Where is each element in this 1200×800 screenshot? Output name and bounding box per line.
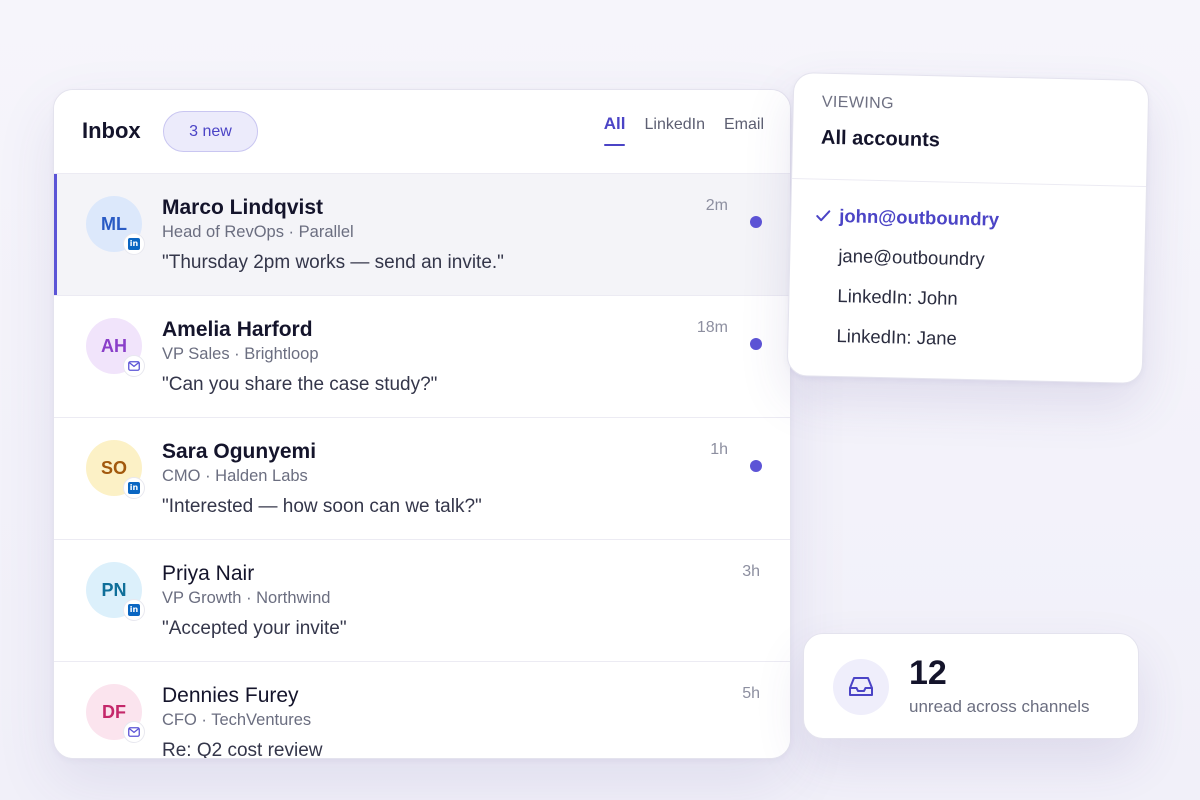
unread-caption: unread across channels [909,697,1090,716]
tab-all[interactable]: All [603,114,625,146]
tab-linkedin[interactable]: LinkedIn [644,116,705,148]
channel-tabs: All LinkedIn Email [585,114,764,148]
avatar: AH [86,318,145,377]
inbox-title: Inbox [82,118,141,143]
account-option-label: LinkedIn: John [837,285,958,309]
new-count-badge: 3 new [163,111,258,152]
avatar-initials: DF [102,701,126,722]
linkedin-icon: in [128,604,140,616]
inbox-card: Inbox 3 new All LinkedIn Email ML in Mar… [53,89,791,759]
avatar-initials: PN [101,579,127,600]
unread-dot [750,338,762,350]
conversation-row[interactable]: SO in Sara Ogunyemi CMO · Halden Labs "I… [54,418,790,540]
account-option-label: LinkedIn: Jane [836,325,958,349]
message-preview: "Interested — how soon can we talk?" [162,496,482,517]
conversation-row[interactable]: PN in Priya Nair VP Growth · Northwind "… [54,540,790,662]
unread-count: 12 [909,654,947,692]
message-time: 1h [710,441,728,458]
mail-icon [128,727,140,737]
message-preview: "Accepted your invite" [162,618,347,639]
account-option[interactable]: LinkedIn: Jane [788,315,1143,363]
unread-dot [750,460,762,472]
account-option-label: john@outboundry [839,205,1000,230]
account-switcher-dropdown: VIEWING All accounts john@outboundry jan… [786,72,1150,384]
avatar: PN in [86,562,145,621]
channel-badge [123,355,145,377]
contact-name: Marco Lindqvist [162,196,324,219]
message-preview: Re: Q2 cost review [162,740,323,759]
contact-name: Dennies Furey [162,684,299,707]
mail-icon [128,361,140,371]
message-time: 2m [705,197,728,214]
account-option-label: jane@outboundry [838,245,985,270]
channel-badge: in [123,233,145,255]
message-time: 5h [742,685,760,702]
conversation-row[interactable]: AH Amelia Harford VP Sales · Brightloop … [54,296,790,418]
unread-stat-card: 12 unread across channels [803,633,1139,739]
conversation-row[interactable]: DF Dennies Furey CFO · TechVentures Re: … [54,662,790,759]
avatar: SO in [86,440,145,499]
contact-role: CFO · TechVentures [162,711,312,729]
tab-email[interactable]: Email [724,116,764,148]
channel-badge: in [123,477,145,499]
contact-role: VP Growth · Northwind [162,589,331,607]
conversation-list: ML in Marco Lindqvist Head of RevOps · P… [54,174,790,759]
conversation-row[interactable]: ML in Marco Lindqvist Head of RevOps · P… [54,174,790,296]
contact-role: VP Sales · Brightloop [162,345,319,363]
avatar-initials: ML [101,213,127,234]
viewing-label: VIEWING [821,93,895,113]
channel-badge [123,721,145,743]
avatar: DF [86,684,145,743]
current-account: All accounts [820,126,941,152]
message-time: 18m [696,319,728,336]
avatar-initials: SO [100,457,127,478]
channel-badge: in [123,599,145,621]
contact-name: Priya Nair [162,562,255,585]
avatar: ML in [86,196,145,255]
avatar-initials: AH [101,335,127,356]
contact-name: Amelia Harford [162,318,313,341]
account-switcher-header: VIEWING All accounts [792,73,1149,188]
message-preview: "Thursday 2pm works — send an invite." [162,252,504,273]
account-list: john@outboundry jane@outboundry LinkedIn… [788,179,1146,363]
contact-role: CMO · Halden Labs [162,467,308,485]
linkedin-icon: in [128,482,140,494]
contact-role: Head of RevOps · Parallel [162,223,354,241]
message-preview: "Can you share the case study?" [162,374,438,395]
inbox-header: Inbox 3 new All LinkedIn Email [54,90,790,174]
inbox-tray-icon [833,659,889,715]
message-time: 3h [742,563,760,580]
unread-dot [750,216,762,228]
linkedin-icon: in [128,238,140,250]
check-icon [816,210,831,222]
contact-name: Sara Ogunyemi [162,440,317,463]
